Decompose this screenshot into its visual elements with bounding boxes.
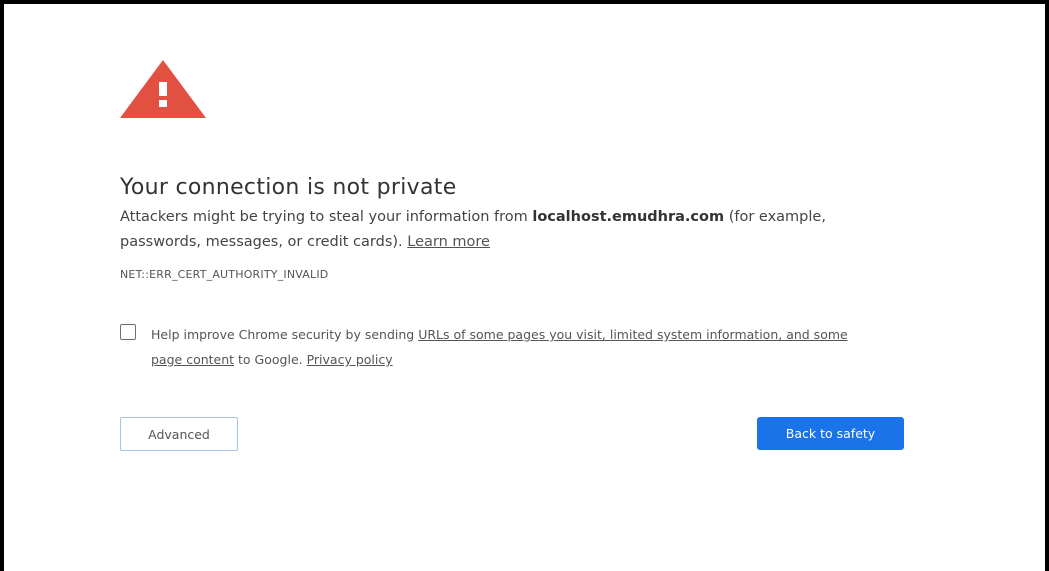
host-name: localhost.emudhra.com [532, 209, 725, 225]
page-title: Your connection is not private [120, 174, 457, 200]
optin-middle: to Google. [234, 352, 307, 367]
learn-more-link[interactable]: Learn more [407, 234, 490, 250]
optin-checkbox[interactable] [120, 324, 136, 340]
optin-label: Help improve Chrome security by sending … [151, 322, 871, 372]
back-to-safety-button[interactable]: Back to safety [757, 417, 904, 450]
message-prefix: Attackers might be trying to steal your … [120, 209, 533, 225]
main-message: Attackers might be trying to steal your … [120, 205, 900, 255]
exclamation-mark [159, 82, 167, 109]
advanced-button[interactable]: Advanced [120, 417, 238, 451]
optin-prefix: Help improve Chrome security by sending [151, 327, 419, 342]
privacy-policy-link[interactable]: Privacy policy [307, 352, 393, 367]
error-code: NET::ERR_CERT_AUTHORITY_INVALID [120, 268, 329, 281]
